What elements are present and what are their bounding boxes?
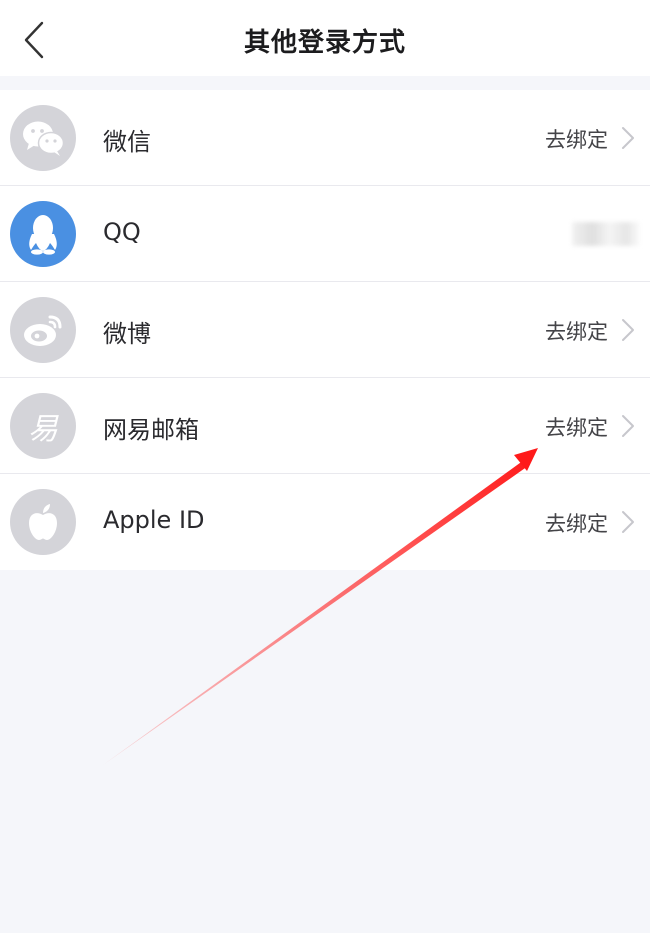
- list-item-label: 微信: [103, 128, 151, 156]
- bind-action[interactable]: 去绑定: [545, 316, 608, 346]
- qq-icon: [10, 201, 76, 267]
- chevron-right-icon: [622, 319, 634, 341]
- apple-icon: [10, 489, 76, 555]
- chevron-right-icon: [622, 127, 634, 149]
- netease-mail-glyph: 易: [28, 412, 58, 447]
- list-item-qq[interactable]: QQ: [0, 186, 650, 282]
- list-item-weibo[interactable]: 微博 去绑定: [0, 282, 650, 378]
- list-item-wechat[interactable]: 微信 去绑定: [0, 90, 650, 186]
- list-item-apple-id[interactable]: Apple ID 去绑定: [0, 474, 650, 570]
- wechat-icon: [10, 105, 76, 171]
- list-item-label: QQ: [103, 218, 141, 246]
- list-item-label: 微博: [103, 320, 151, 348]
- navigation-bar: 其他登录方式: [0, 0, 650, 76]
- weibo-icon: [10, 297, 76, 363]
- list-item-netease-mail[interactable]: 易 网易邮箱 去绑定: [0, 378, 650, 474]
- login-methods-list: 微信 去绑定 QQ 微博 去绑定 易 网易邮箱 去绑定 Apple ID 去绑定: [0, 90, 650, 570]
- list-item-label: Apple ID: [103, 506, 205, 534]
- bind-action[interactable]: 去绑定: [545, 508, 608, 538]
- screen: 其他登录方式 微信 去绑定 QQ 微博 去绑定 易 网易邮箱 去绑定 Apple…: [0, 0, 650, 933]
- section-divider: [0, 76, 650, 90]
- list-item-label: 网易邮箱: [103, 416, 199, 444]
- bind-action[interactable]: 去绑定: [545, 412, 608, 442]
- chevron-right-icon: [622, 415, 634, 437]
- chevron-right-icon: [622, 511, 634, 533]
- netease-mail-icon: 易: [10, 393, 76, 459]
- page-title: 其他登录方式: [243, 28, 406, 58]
- blurred-account-value: [572, 222, 640, 246]
- bind-action[interactable]: 去绑定: [545, 124, 608, 154]
